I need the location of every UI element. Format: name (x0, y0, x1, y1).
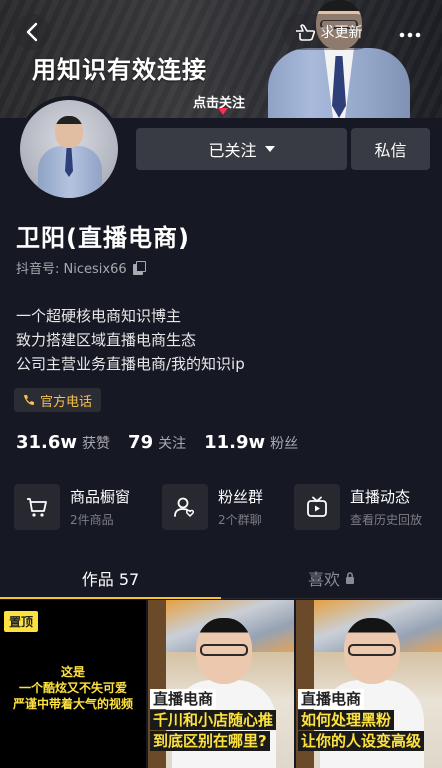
feature-row: 商品橱窗 2件商品 粉丝群 2个群聊 直播动态 查看历史回放 (14, 484, 442, 530)
banner-slogan: 用知识有效连接 (32, 56, 207, 84)
video-caption-line: 严谨中带着大气的视频 (12, 697, 133, 711)
bio-line: 一个超硬核电商知识博主 (16, 307, 182, 325)
urge-update-button[interactable]: 求更新 (282, 14, 374, 50)
stat-label: 粉丝 (270, 436, 299, 452)
feature-title: 粉丝群 (217, 488, 263, 506)
tab-likes-label: 喜欢 (307, 569, 340, 589)
banner-arrow-icon (218, 108, 228, 115)
stat-likes: 31.6w 获赞 (16, 432, 110, 453)
video-caption-line: 千川和小店随心推 (150, 710, 277, 730)
stat-fans[interactable]: 11.9w 粉丝 (204, 432, 298, 453)
copy-icon[interactable] (132, 261, 146, 275)
stat-label: 获赞 (82, 436, 111, 452)
feature-subtitle: 2个群聊 (217, 513, 262, 527)
douyin-id-text: 抖音号: Nicesix66 (16, 262, 127, 277)
official-phone-label: 官方电话 (40, 394, 93, 410)
following-label: 已关注 (208, 141, 257, 160)
tab-works[interactable]: 作品 57 (0, 557, 221, 599)
video-tile[interactable]: 直播电商 如何处理黑粉 让你的人设变高级 (296, 600, 442, 768)
caret-down-icon (264, 146, 275, 152)
video-grid: 置顶 这是 一个酷炫又不失可爱 严谨中带着大气的视频 直播电商 千川和小店随心推… (0, 600, 442, 768)
lock-icon (346, 571, 354, 584)
bio: 一个超硬核电商知识博主 致力搭建区域直播电商生态 公司主营业务直播电商/我的知识… (16, 304, 245, 376)
more-button[interactable] (392, 17, 428, 53)
feature-subtitle: 查看历史回放 (350, 513, 423, 527)
stat-value: 11.9w (204, 432, 266, 453)
urge-update-label: 求更新 (320, 25, 363, 41)
stats-row: 31.6w 获赞 79 关注 11.9w 粉丝 (16, 432, 298, 453)
feature-title: 商品橱窗 (70, 488, 131, 506)
official-phone-button[interactable]: 官方电话 (14, 388, 102, 412)
video-caption-line: 到底区别在哪里? (150, 731, 270, 751)
stat-value: 31.6w (16, 432, 78, 453)
message-button[interactable]: 私信 (351, 128, 430, 170)
stat-value: 79 (128, 432, 154, 453)
following-button[interactable]: 已关注 (136, 128, 347, 170)
tab-likes[interactable]: 喜欢 (221, 557, 442, 598)
video-caption-line: 这是 (60, 665, 85, 679)
video-tile[interactable]: 直播电商 千川和小店随心推 到底区别在哪里? (148, 600, 294, 768)
profile-name: 卫阳(直播电商) (16, 224, 190, 252)
stat-label: 关注 (158, 436, 187, 452)
bio-line: 致力搭建区域直播电商生态 (16, 331, 197, 349)
feature-title: 直播动态 (350, 488, 411, 506)
pointing-hand-icon (295, 24, 315, 41)
feature-subtitle: 2件商品 (70, 513, 114, 527)
cart-icon (27, 498, 47, 517)
video-caption-line: 一个酷炫又不失可爱 (18, 681, 127, 695)
message-label: 私信 (374, 141, 407, 160)
video-caption-line: 直播电商 (150, 689, 217, 709)
live-tv-icon (307, 496, 327, 517)
avatar[interactable] (16, 96, 122, 202)
stat-following[interactable]: 79 关注 (128, 432, 186, 453)
content-tabs: 作品 57 喜欢 (0, 557, 442, 599)
video-caption-line: 让你的人设变高级 (298, 731, 425, 751)
fan-group-icon (174, 497, 195, 517)
tab-works-label: 作品 57 (81, 569, 140, 589)
back-button[interactable] (14, 14, 50, 50)
feature-fan-group[interactable]: 粉丝群 2个群聊 (161, 484, 294, 530)
phone-icon (24, 395, 34, 405)
video-tile[interactable]: 置顶 这是 一个酷炫又不失可爱 严谨中带着大气的视频 (0, 600, 146, 768)
douyin-id: 抖音号: Nicesix66 (16, 258, 146, 277)
pinned-badge: 置顶 (4, 611, 39, 632)
chevron-left-icon (26, 22, 38, 42)
bio-line: 公司主营业务直播电商/我的知识ip (16, 355, 245, 373)
feature-product-showcase[interactable]: 商品橱窗 2件商品 (14, 484, 162, 530)
video-caption-line: 直播电商 (298, 689, 365, 709)
feature-live-feed[interactable]: 直播动态 查看历史回放 (294, 484, 442, 530)
video-caption-line: 如何处理黑粉 (298, 710, 395, 730)
more-dots-icon (399, 32, 421, 38)
